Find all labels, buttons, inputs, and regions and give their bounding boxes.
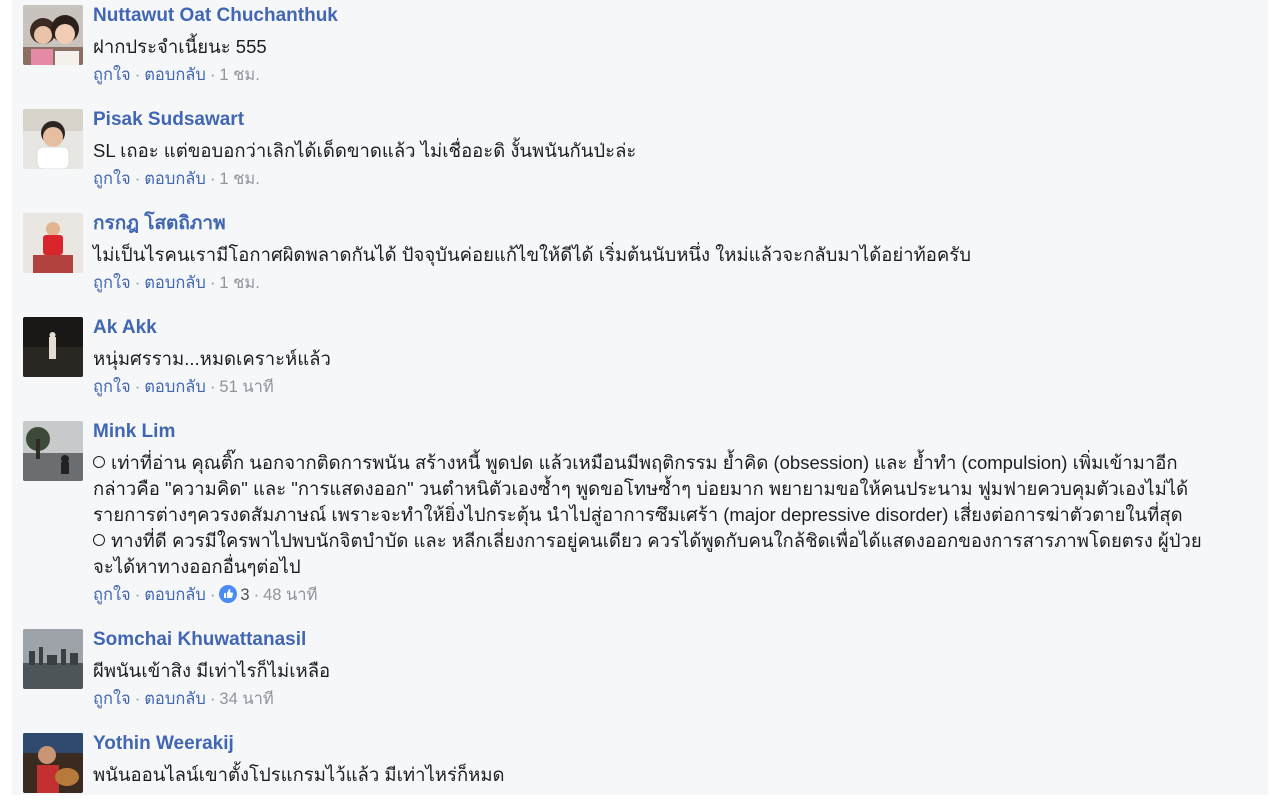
reply-link[interactable]: ตอบกลับ (144, 66, 206, 84)
comment-item: Ak Akk หนุ่มศรราม...หมดเคราะห์แล้ว ถูกใจ… (12, 312, 1268, 416)
separator: · (134, 690, 141, 708)
comment-item: Pisak Sudsawart SL เถอะ แต่ขอบอกว่าเลิกไ… (12, 104, 1268, 208)
comments-panel: Nuttawut Oat Chuchanthuk ฝากประจำเนี้ยนะ… (12, 0, 1268, 795)
separator: · (253, 586, 260, 604)
city-skyline-photo-icon (23, 629, 83, 689)
like-link[interactable]: ถูกใจ (93, 274, 131, 292)
separator: · (134, 378, 141, 396)
separator: · (134, 170, 141, 188)
comment-actions: ถูกใจ · ตอบกลับ · 34 นาที (93, 688, 1258, 710)
comment-item: Mink Lim เท่าที่อ่าน คุณติ๊ก นอกจากติดกา… (12, 416, 1268, 624)
comment-line: เท่าที่อ่าน คุณติ๊ก นอกจากติดการพนัน สร้… (93, 450, 1258, 476)
avatar[interactable] (23, 317, 83, 377)
two-girls-photo-icon (23, 5, 83, 65)
like-link[interactable]: ถูกใจ (93, 586, 131, 604)
comment-item: Somchai Khuwattanasil ผีพนันเข้าสิง มีเท… (12, 624, 1268, 728)
commenter-name[interactable]: กรกฎ โสตถิภาพ (93, 212, 1258, 236)
avatar[interactable] (23, 629, 83, 689)
comment-item: Yothin Weerakij พนันออนไลน์เขาตั้งโปรแกร… (12, 728, 1268, 795)
comment-text: ไม่เป็นไรคนเรามีโอกาศผิดพลาดกันได้ ปัจจุ… (93, 244, 971, 265)
bullet-circle-icon (93, 534, 105, 546)
avatar[interactable] (23, 421, 83, 481)
comment-actions: ถูกใจ · ตอบกลับ · 51 นาที (93, 376, 1258, 398)
commenter-name[interactable]: Pisak Sudsawart (93, 108, 1258, 132)
comment-actions: ถูกใจ · ตอบกลับ · 1 ชม. (93, 168, 1258, 190)
timestamp[interactable]: 48 นาที (263, 586, 317, 604)
comment-line: รายการต่างๆควรงดสัมภาษณ์ เพราะจะทำให้ยิ่… (93, 504, 1183, 525)
reply-link[interactable]: ตอบกลับ (144, 690, 206, 708)
avatar[interactable] (23, 213, 83, 273)
page: Nuttawut Oat Chuchanthuk ฝากประจำเนี้ยนะ… (0, 0, 1280, 801)
comment-text: พนันออนไลน์เขาตั้งโปรแกรมไว้แล้ว มีเท่าไ… (93, 764, 505, 785)
comment-item: Nuttawut Oat Chuchanthuk ฝากประจำเนี้ยนะ… (12, 0, 1268, 104)
commenter-name[interactable]: Mink Lim (93, 420, 1258, 444)
separator: · (209, 170, 216, 188)
comment-line: กล่าวคือ "ความคิด" และ "การแสดงออก" วนตำ… (93, 478, 1189, 499)
separator: · (209, 378, 216, 396)
person-by-lake-photo-icon (23, 421, 83, 481)
reply-link[interactable]: ตอบกลับ (144, 170, 206, 188)
like-link[interactable]: ถูกใจ (93, 170, 131, 188)
separator: · (134, 274, 141, 292)
avatar[interactable] (23, 5, 83, 65)
comment-text: เท่าที่อ่าน คุณติ๊ก นอกจากติดการพนัน สร้… (93, 450, 1258, 580)
reply-link[interactable]: ตอบกลับ (144, 586, 206, 604)
like-reaction-icon[interactable] (219, 585, 238, 609)
bullet-circle-icon (93, 456, 105, 468)
comment-text: ผีพนันเข้าสิง มีเท่าไรก็ไม่เหลือ (93, 660, 331, 681)
like-count[interactable]: 3 (240, 586, 249, 604)
comment-line: ทางที่ดี ควรมีใครพาไปพบนักจิตบำบัด และ ห… (93, 528, 1258, 554)
comment-item: กรกฎ โสตถิภาพ ไม่เป็นไรคนเรามีโอกาศผิดพล… (12, 208, 1268, 312)
separator: · (134, 66, 141, 84)
comment-actions: ถูกใจ · ตอบกลับ · 1 ชม. (93, 64, 1258, 86)
separator: · (209, 690, 216, 708)
timestamp[interactable]: 51 นาที (219, 378, 273, 396)
timestamp[interactable]: 1 ชม. (219, 274, 259, 292)
separator: · (209, 274, 216, 292)
reply-link[interactable]: ตอบกลับ (144, 274, 206, 292)
commenter-name[interactable]: Ak Akk (93, 316, 1258, 340)
child-photo-icon (23, 109, 83, 169)
comment-actions: ถูกใจ · ตอบกลับ · 1 ชม. (93, 272, 1258, 294)
comment-text: หนุ่มศรราม...หมดเคราะห์แล้ว (93, 348, 331, 369)
separator: · (209, 66, 216, 84)
commenter-name[interactable]: Yothin Weerakij (93, 732, 1258, 756)
like-link[interactable]: ถูกใจ (93, 690, 131, 708)
comment-text: ฝากประจำเนี้ยนะ 555 (93, 36, 267, 57)
timestamp[interactable]: 34 นาที (219, 690, 273, 708)
timestamp[interactable]: 1 ชม. (219, 66, 259, 84)
commenter-name[interactable]: Somchai Khuwattanasil (93, 628, 1258, 652)
like-link[interactable]: ถูกใจ (93, 66, 131, 84)
reply-link[interactable]: ตอบกลับ (144, 378, 206, 396)
bottom-edge (0, 795, 1280, 801)
kid-red-shirt-photo-icon (23, 213, 83, 273)
dark-figure-photo-icon (23, 317, 83, 377)
comment-text: SL เถอะ แต่ขอบอกว่าเลิกได้เด็ดขาดแล้ว ไม… (93, 140, 637, 161)
like-link[interactable]: ถูกใจ (93, 378, 131, 396)
comment-line: จะได้หาทางออกอื่นๆต่อไป (93, 556, 301, 577)
man-with-guitar-photo-icon (23, 733, 83, 793)
avatar[interactable] (23, 733, 83, 793)
comment-actions: ถูกใจ · ตอบกลับ · 3 · 48 นาที (93, 584, 1258, 609)
separator: · (209, 586, 216, 604)
separator: · (134, 586, 141, 604)
commenter-name[interactable]: Nuttawut Oat Chuchanthuk (93, 4, 1258, 28)
avatar[interactable] (23, 109, 83, 169)
timestamp[interactable]: 1 ชม. (219, 170, 259, 188)
